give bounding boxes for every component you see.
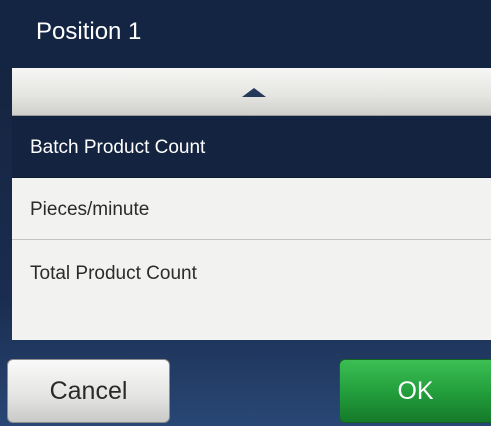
page-title: Position 1 (36, 18, 142, 45)
title-bar: Position 1 (0, 0, 491, 68)
list-item-label: Batch Product Count (30, 137, 206, 158)
scroll-up-button[interactable] (12, 68, 491, 116)
list-item-label: Total Product Count (30, 263, 197, 284)
cancel-button[interactable]: Cancel (7, 359, 170, 423)
option-list: Batch Product Count Pieces/minute Total … (12, 68, 491, 340)
ok-button[interactable]: OK (339, 359, 491, 423)
list-item-batch-product-count[interactable]: Batch Product Count (12, 116, 491, 178)
list-item-label: Pieces/minute (30, 199, 150, 220)
list-item-pieces-per-minute[interactable]: Pieces/minute (12, 178, 491, 240)
arrow-up-icon (242, 88, 266, 97)
list-item-total-product-count[interactable]: Total Product Count (12, 240, 491, 340)
dialog-screen: Position 1 Batch Product Count Pieces/mi… (0, 0, 491, 426)
